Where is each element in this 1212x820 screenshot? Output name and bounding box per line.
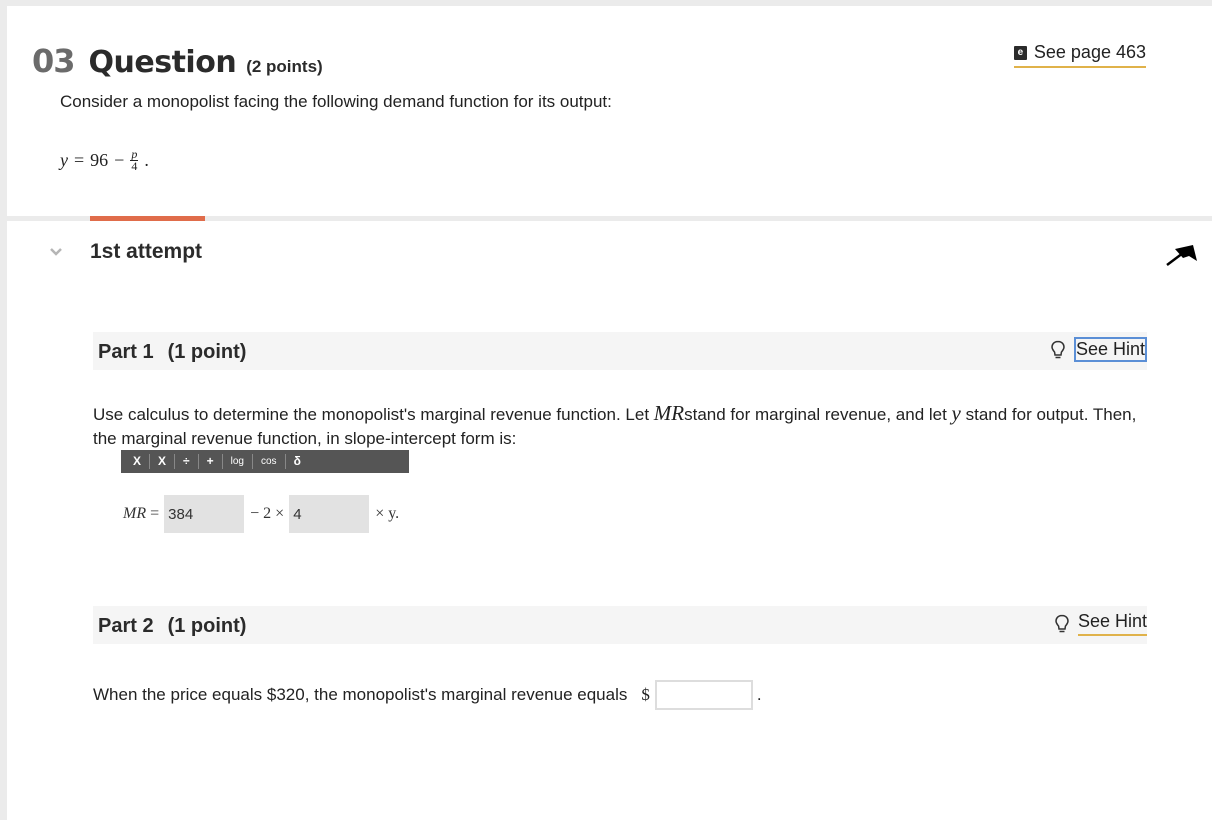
mr-equals: = xyxy=(150,505,160,522)
part2-title: Part 2 (1 point) xyxy=(98,615,246,638)
part1-title: Part 1 (1 point) xyxy=(98,341,246,364)
fraction-button[interactable]: ÷ xyxy=(175,454,199,469)
mr-label: MR xyxy=(123,505,147,522)
math-toolbar: X X ÷ + log cos δ xyxy=(121,450,409,473)
log-button[interactable]: log xyxy=(223,454,253,469)
equation-period: . xyxy=(144,150,149,170)
mr-answer-row: MR = 384 − 2 × 4 × y. xyxy=(123,495,399,533)
part1-hint-button[interactable]: See Hint xyxy=(1050,337,1147,362)
demand-equation: y = 96 − p 4 . xyxy=(60,148,149,173)
question-number: 03 xyxy=(32,42,76,80)
question-card: 03 Question (2 points) e See page 463 Co… xyxy=(7,6,1212,216)
part1-label: Part 1 xyxy=(98,341,154,363)
superscript-button[interactable]: X xyxy=(125,454,151,469)
question-prompt: Consider a monopolist facing the followi… xyxy=(60,92,612,111)
collapse-arrow-icon[interactable] xyxy=(1165,239,1201,269)
equation-fraction: p 4 xyxy=(130,148,139,173)
attempt-panel: 1st attempt Part 1 (1 point) See Hint Use… xyxy=(7,216,1212,820)
part1-question-text: Use calculus to determine the monopolist… xyxy=(93,401,1153,451)
question-points: (2 points) xyxy=(246,57,323,76)
part1-points: (1 point) xyxy=(167,341,247,363)
ebook-icon: e xyxy=(1013,45,1027,60)
part2-question-row: When the price equals $320, the monopoli… xyxy=(93,680,762,710)
equation-constant: 96 xyxy=(90,150,109,170)
ebook-page-label: See page 463 xyxy=(1033,42,1146,62)
chevron-down-icon[interactable] xyxy=(50,246,62,258)
lightbulb-icon xyxy=(1051,340,1065,358)
mr-middle-operator: − 2 × xyxy=(250,505,285,522)
mr-tail: × y. xyxy=(375,505,400,522)
lightbulb-icon xyxy=(1055,614,1069,632)
attempt-title[interactable]: 1st attempt xyxy=(90,240,202,264)
part1-header: Part 1 (1 point) See Hint xyxy=(93,332,1147,370)
question-heading: 03 Question (2 points) xyxy=(32,42,323,80)
part2-period: . xyxy=(756,685,762,704)
currency-symbol: $ xyxy=(641,685,650,704)
attempt-tab-indicator xyxy=(90,216,205,221)
ebook-page-link[interactable]: e See page 463 xyxy=(1013,42,1146,68)
part2-points: (1 point) xyxy=(167,615,247,637)
var-mr: MR xyxy=(653,401,685,425)
part1-text-a: Use calculus to determine the monopolist… xyxy=(93,405,654,424)
part1-hint-label: See Hint xyxy=(1073,337,1147,362)
equation-lhs: y xyxy=(60,150,68,170)
part2-question-text: When the price equals $320, the monopoli… xyxy=(93,685,628,704)
slope-input[interactable]: 4 xyxy=(289,495,370,533)
cos-button[interactable]: cos xyxy=(253,454,286,469)
part2-label: Part 2 xyxy=(98,615,154,637)
equation-minus: − xyxy=(114,150,125,170)
subscript-button[interactable]: X xyxy=(150,454,176,469)
question-title: Question xyxy=(88,45,237,80)
part2-hint-label: See Hint xyxy=(1077,611,1147,636)
part2-header: Part 2 (1 point) See Hint xyxy=(93,606,1147,644)
delta-button[interactable]: δ xyxy=(286,454,309,469)
fraction-denominator: 4 xyxy=(131,159,138,173)
plus-button[interactable]: + xyxy=(199,454,223,469)
var-y: y xyxy=(951,401,961,425)
equation-equals: = xyxy=(74,150,85,170)
part2-hint-button[interactable]: See Hint xyxy=(1054,611,1147,636)
marginal-revenue-answer-input[interactable] xyxy=(654,680,753,710)
part1-text-b: stand for marginal revenue, and let xyxy=(684,405,952,424)
intercept-input[interactable]: 384 xyxy=(164,495,245,533)
